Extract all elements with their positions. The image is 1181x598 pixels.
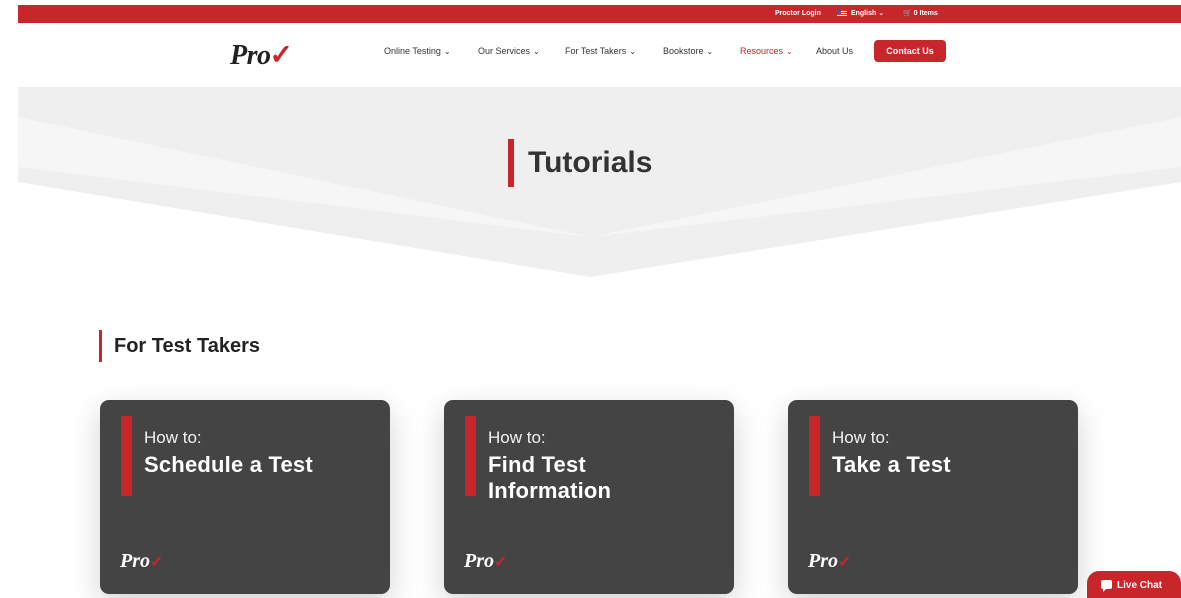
language-selector[interactable]: English ⌄ [837,5,884,23]
card-prefix: How to: [832,428,890,447]
chevron-down-icon: ⌄ [786,47,793,56]
card-prefix: How to: [144,428,202,447]
accent-bar [99,330,102,362]
accent-bar [121,416,132,496]
logo-text: Pro [464,550,494,572]
checkmark-icon: ✓ [838,554,852,571]
card-title: Take a Test [832,452,951,477]
card-title: Find Test Information [488,452,612,503]
nav-label: About Us [816,46,854,56]
logo-text: Pro [120,550,150,572]
nav-label: Our Services [478,46,531,56]
logo-text: Pro [808,550,838,572]
page-title: Tutorials [528,146,653,179]
chevron-down-icon: ⌄ [706,47,714,56]
nav-label: Bookstore [663,46,704,56]
card-logo: Pro✓ [808,550,851,573]
contact-us-button[interactable]: Contact Us [874,40,946,62]
nav-label: For Test Takers [565,46,627,56]
accent-bar [465,416,476,496]
card-title: Schedule a Test [144,452,313,477]
cart-icon: 🛒 [903,10,912,17]
proctor-login-link[interactable]: Proctor Login [775,5,821,23]
nav-label: Resources [740,46,784,56]
language-label: English [850,10,877,17]
tutorial-card-schedule[interactable]: How to: Schedule a Test Pro✓ [100,400,390,594]
top-utility-bar: Proctor Login English ⌄ 🛒 0 Items [18,5,1181,23]
us-flag-icon [837,10,847,17]
site-header: Pro✓ Online Testing ⌄ Our Services ⌄ For T… [18,23,1181,87]
tutorial-card-take-test[interactable]: How to: Take a Test Pro✓ [788,400,1078,594]
checkmark-icon: ✓ [269,40,293,71]
accent-bar [508,139,514,187]
card-prefix: How to: [488,428,546,447]
checkmark-icon: ✓ [150,554,164,571]
nav-resources[interactable]: Resources ⌄ [740,39,793,63]
nav-our-services[interactable]: Our Services ⌄ [478,39,540,63]
card-logo: Pro✓ [120,550,163,573]
chevron-down-icon: ⌄ [533,47,540,56]
nav-online-testing[interactable]: Online Testing ⌄ [384,39,451,63]
nav-label: Online Testing [384,46,441,56]
section-heading: For Test Takers [99,330,260,362]
hero-heading: Tutorials [508,139,652,187]
nav-for-test-takers[interactable]: For Test Takers ⌄ [565,39,636,63]
accent-bar [809,416,820,496]
site-logo[interactable]: Pro✓ [230,38,293,72]
chevron-down-icon: ⌄ [629,47,636,56]
chevron-down-icon: ⌄ [443,47,451,56]
section-title: For Test Takers [114,334,260,357]
nav-about-us[interactable]: About Us [816,39,853,63]
chat-icon [1101,580,1112,592]
tutorial-card-find-info[interactable]: How to: Find Test Information Pro✓ [444,400,734,594]
cart-count: 0 Items [913,10,938,17]
checkmark-icon: ✓ [494,554,508,571]
cart-link[interactable]: 🛒 0 Items [903,5,938,23]
card-logo: Pro✓ [464,550,507,573]
hero-banner: Tutorials [18,87,1181,277]
live-chat-button[interactable]: Live Chat [1087,571,1181,598]
chevron-down-icon: ⌄ [878,10,885,17]
nav-bookstore[interactable]: Bookstore ⌄ [663,39,713,63]
logo-text: Pro [230,40,271,71]
live-chat-label: Live Chat [1117,580,1163,591]
